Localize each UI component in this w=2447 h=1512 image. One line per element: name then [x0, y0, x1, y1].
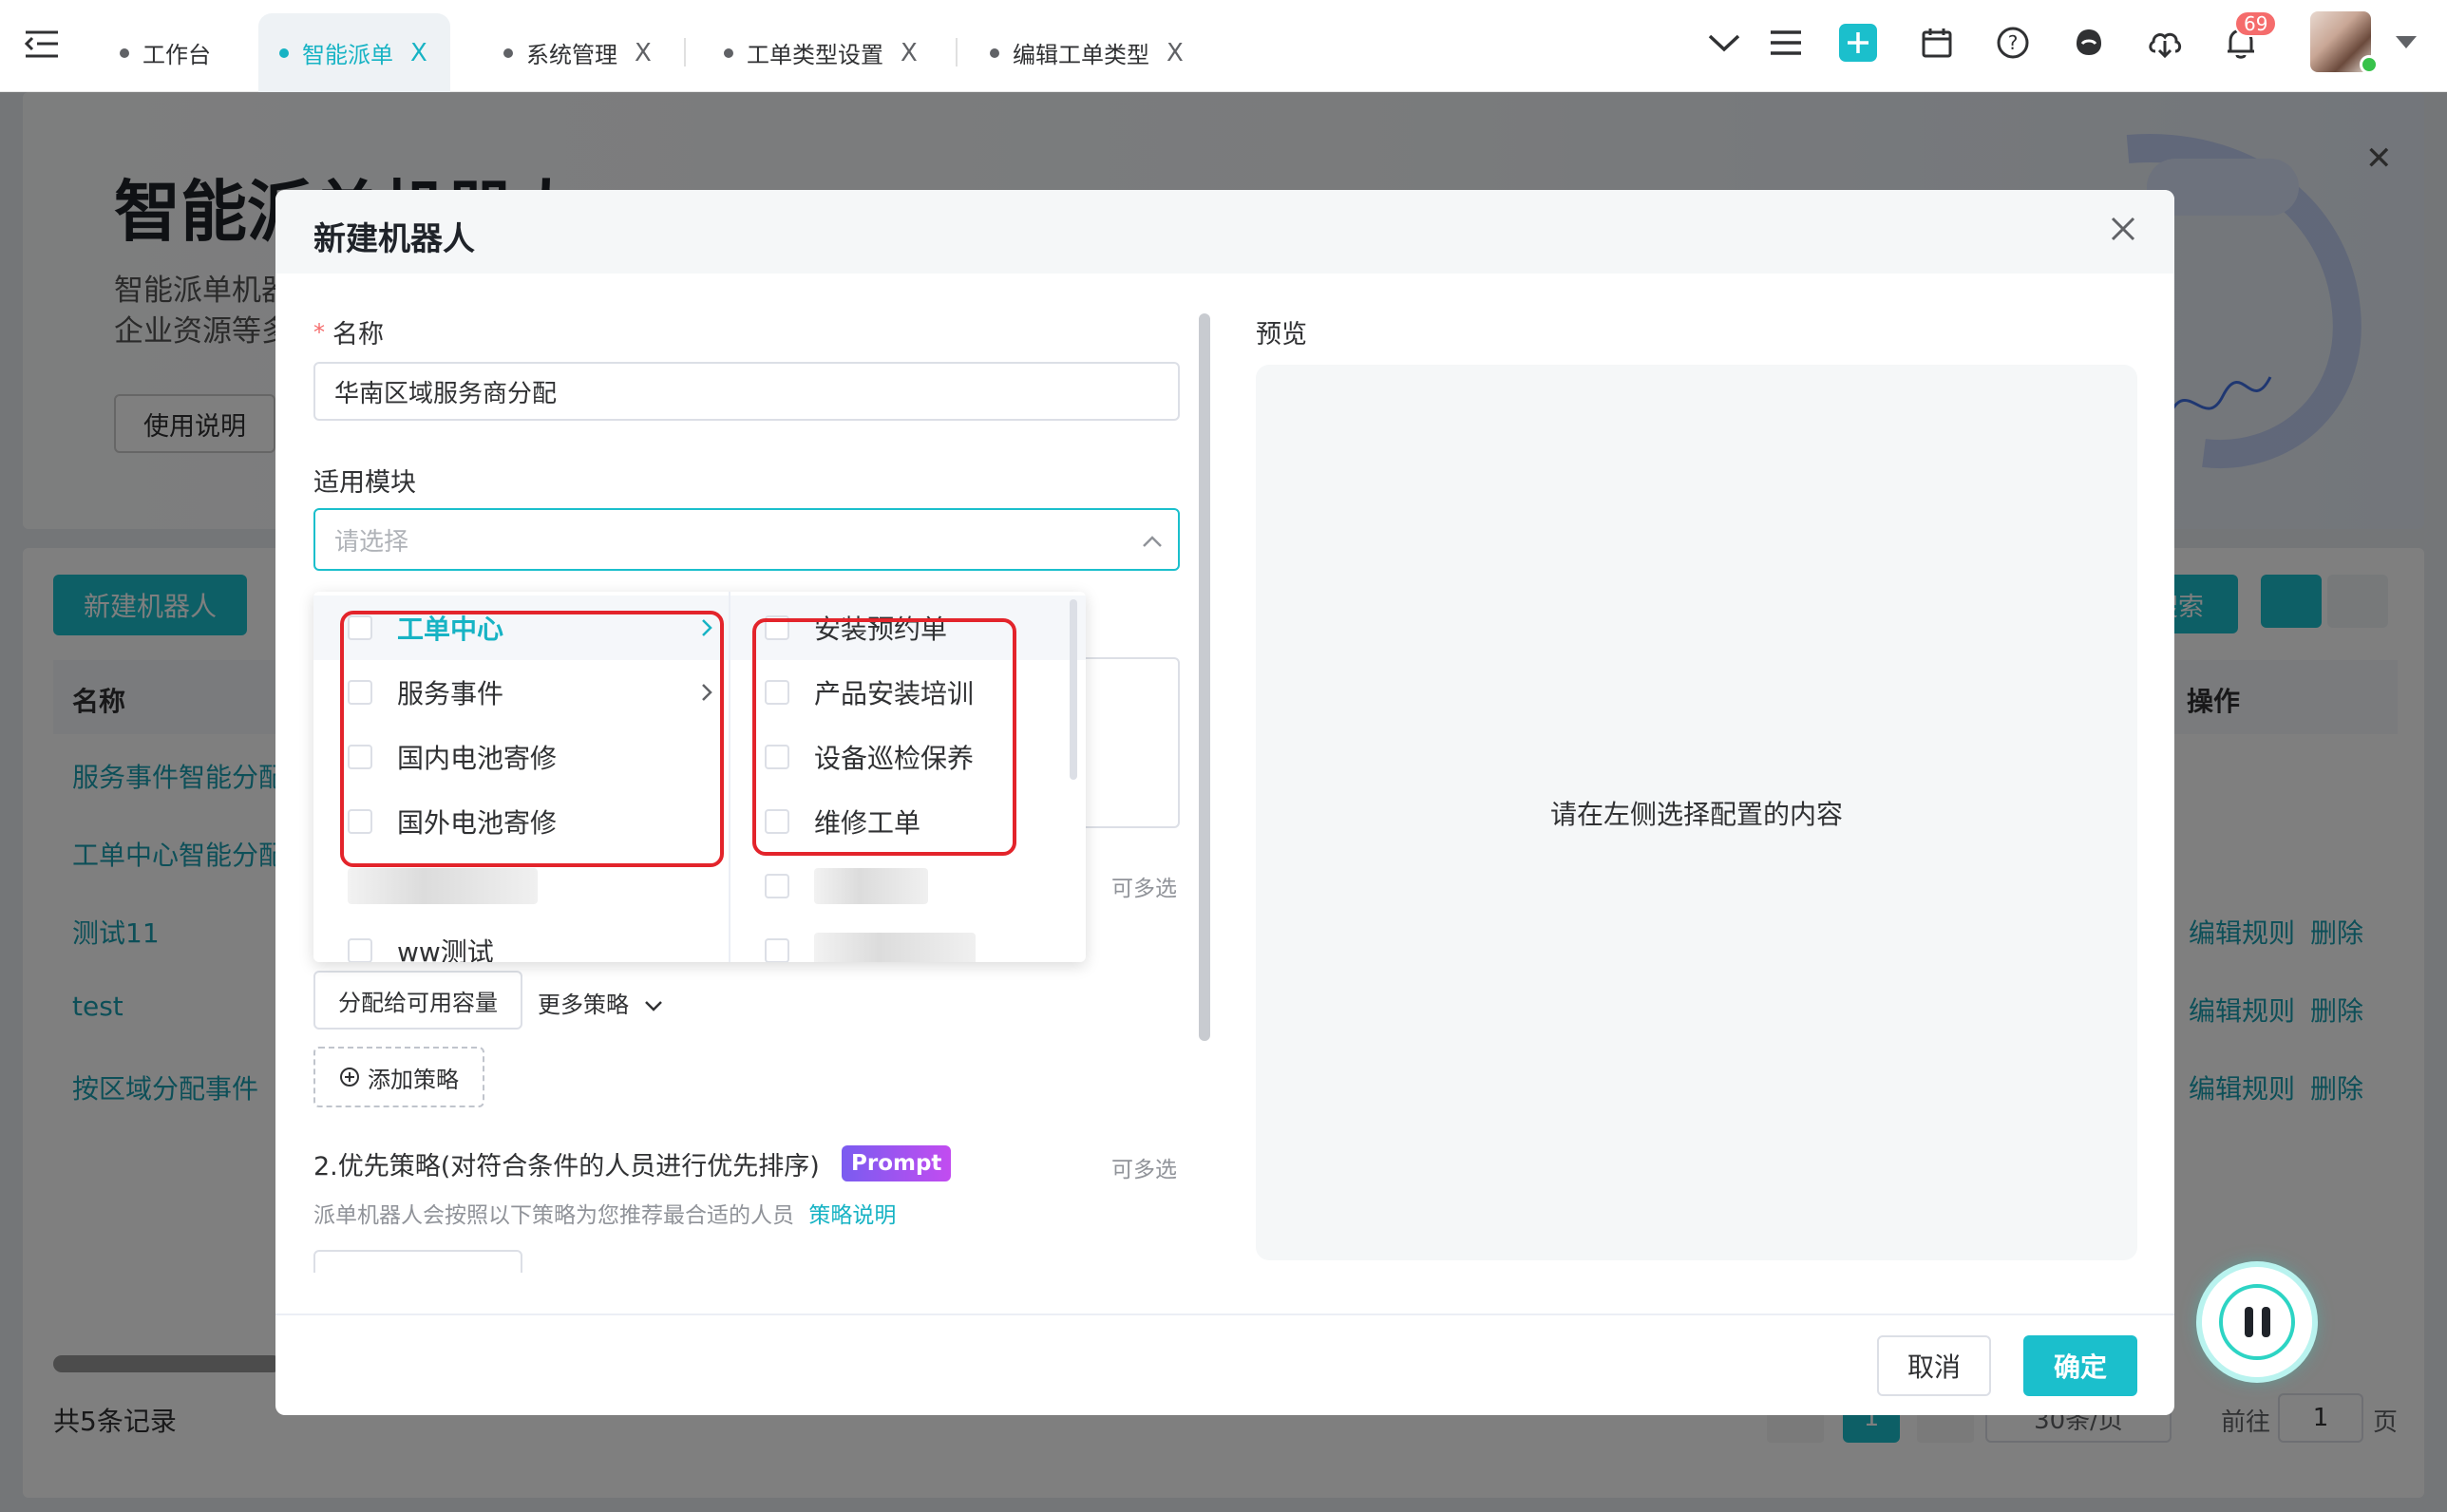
- tab-label: 智能派单: [302, 42, 393, 68]
- tab-workbench[interactable]: 工作台: [99, 13, 232, 92]
- close-icon[interactable]: [2109, 215, 2137, 247]
- priority-description-text: 派单机器人会按照以下策略为您推荐最合适的人员: [313, 1203, 794, 1228]
- cloud-download-icon[interactable]: [2141, 19, 2189, 66]
- name-input-value: 华南区域服务商分配: [334, 379, 558, 408]
- preview-placeholder: 请在左侧选择配置的内容: [1549, 798, 1843, 830]
- blurred-label: [814, 868, 928, 904]
- cascader-option-ww-test[interactable]: ww测试: [348, 918, 728, 962]
- calendar-icon[interactable]: [1913, 19, 1961, 66]
- checkbox[interactable]: [765, 938, 789, 962]
- highlight-box-left: [340, 611, 724, 867]
- confirm-button[interactable]: 确定: [2023, 1335, 2137, 1396]
- blurred-label: [814, 933, 976, 962]
- tab-dot-icon: [279, 47, 289, 58]
- multi-select-hint: 可多选: [1111, 877, 1177, 901]
- dialog-title: 新建机器人: [313, 220, 475, 258]
- tab-dot-icon: [503, 47, 513, 58]
- tab-smart-dispatch[interactable]: 智能派单 X: [258, 13, 450, 92]
- tab-dot-icon: [990, 47, 999, 58]
- prompt-badge: Prompt: [842, 1145, 952, 1181]
- tab-system-management[interactable]: 系统管理 X: [483, 13, 673, 92]
- svg-text:?: ?: [2008, 31, 2019, 54]
- menu-icon[interactable]: [19, 21, 66, 68]
- floating-pause-button[interactable]: [2202, 1267, 2312, 1377]
- highlight-box-right: [752, 618, 1016, 856]
- name-label: 名称: [332, 320, 384, 350]
- tab-close-icon[interactable]: X: [410, 39, 427, 67]
- name-input[interactable]: 华南区域服务商分配: [313, 362, 1180, 421]
- strategy-tag-available-capacity[interactable]: 分配给可用容量: [313, 971, 522, 1030]
- plus-circle-icon: [340, 1068, 359, 1087]
- new-robot-dialog: 新建机器人 * 名称 华南区域服务商分配 适用模块 请选择 可多选 分配给可用容…: [275, 190, 2174, 1415]
- tab-label: 系统管理: [526, 42, 617, 68]
- module-label: 适用模块: [313, 468, 416, 498]
- tab-label: 工单类型设置: [747, 42, 883, 68]
- chevron-down-icon[interactable]: [1700, 19, 1748, 66]
- dialog-header: [275, 190, 2174, 274]
- tab-close-icon[interactable]: X: [635, 39, 652, 67]
- plus-icon[interactable]: [1834, 19, 1882, 66]
- priority-multi-select-hint: 可多选: [1111, 1158, 1177, 1182]
- dialog-footer-divider: [275, 1314, 2174, 1315]
- tab-edit-ticket-type[interactable]: 编辑工单类型 X: [969, 13, 1205, 92]
- top-navigation-bar: 工作台 智能派单 X 系统管理 X 工单类型设置 X 编辑工单类型 X ? 69: [0, 0, 2447, 92]
- preview-label: 预览: [1256, 320, 1307, 350]
- tab-close-icon[interactable]: X: [901, 39, 918, 67]
- module-select[interactable]: 请选择: [313, 508, 1180, 571]
- form-scrollbar[interactable]: [1199, 313, 1210, 1041]
- more-strategies-label: 更多策略: [538, 992, 629, 1018]
- add-strategy-label: 添加策略: [368, 1066, 459, 1093]
- checkbox[interactable]: [348, 938, 372, 962]
- priority-strategy-title: 2.优先策略(对符合条件的人员进行优先排序): [313, 1152, 820, 1181]
- caret-down-icon[interactable]: [2382, 19, 2430, 66]
- priority-description: 派单机器人会按照以下策略为您推荐最合适的人员 策略说明: [313, 1197, 896, 1229]
- more-strategies-dropdown[interactable]: 更多策略: [538, 986, 663, 1019]
- tab-dot-icon: [120, 47, 129, 58]
- tab-label: 工作台: [142, 42, 211, 68]
- notification-badge: 69: [2234, 10, 2278, 37]
- strategy-explanation-link[interactable]: 策略说明: [808, 1203, 896, 1228]
- cancel-button[interactable]: 取消: [1877, 1335, 1991, 1396]
- tab-close-icon[interactable]: X: [1167, 39, 1184, 67]
- chevron-up-icon: [1143, 536, 1162, 547]
- required-asterisk: *: [313, 319, 325, 346]
- tab-label: 编辑工单类型: [1013, 42, 1149, 68]
- module-select-placeholder: 请选择: [334, 527, 409, 557]
- chevron-down-icon: [644, 1001, 662, 1011]
- cascader-option-blurred[interactable]: [765, 854, 1078, 918]
- add-strategy-button[interactable]: 添加策略: [313, 1047, 484, 1107]
- cascader-scrollbar[interactable]: [1070, 599, 1077, 780]
- pause-icon: [2219, 1284, 2295, 1360]
- cascader-option-blurred[interactable]: [765, 918, 1078, 962]
- checkbox[interactable]: [765, 874, 789, 898]
- cascader-option-label: ww测试: [397, 936, 494, 962]
- tab-divider: [684, 38, 686, 66]
- help-icon[interactable]: ?: [1989, 19, 2037, 66]
- blurred-label: [348, 868, 538, 904]
- preview-panel: 请在左侧选择配置的内容: [1256, 365, 2137, 1260]
- list-icon[interactable]: [1762, 19, 1810, 66]
- tab-divider: [956, 38, 958, 66]
- tab-dot-icon: [724, 47, 733, 58]
- skin-icon[interactable]: [2065, 19, 2113, 66]
- clipped-strategy-tags: [313, 1250, 693, 1273]
- online-status-dot: [2360, 55, 2379, 74]
- tab-ticket-type-settings[interactable]: 工单类型设置 X: [703, 13, 939, 92]
